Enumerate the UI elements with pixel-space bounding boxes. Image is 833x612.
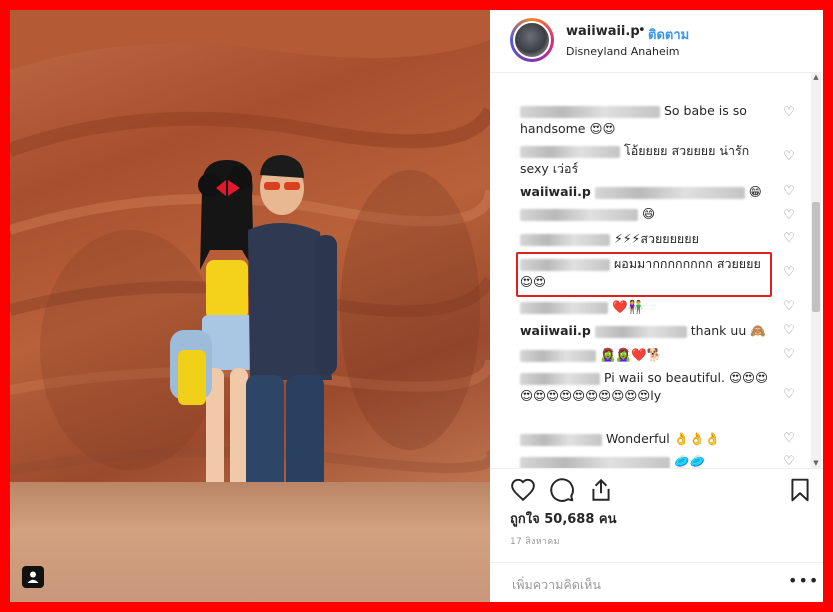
comment-input[interactable] — [510, 573, 774, 595]
post-photo[interactable] — [10, 10, 490, 602]
action-bar — [490, 468, 823, 509]
blurred-username — [520, 433, 602, 446]
heart-icon[interactable]: ♡ — [782, 150, 796, 164]
user-tag-icon[interactable] — [22, 566, 44, 588]
heart-icon[interactable]: ♡ — [782, 432, 796, 446]
scroll-down-arrow-icon[interactable]: ▼ — [811, 458, 821, 468]
avatar[interactable] — [510, 18, 554, 62]
blurred-username — [520, 145, 620, 158]
comment-text: ❤️👫 — [611, 299, 644, 314]
scroll-up-arrow-icon[interactable]: ▲ — [811, 72, 821, 82]
heart-icon[interactable]: ♡ — [782, 348, 796, 362]
list-item: 🧟‍♀️🧟‍♀️❤️🐕 — [520, 346, 770, 364]
post-date[interactable]: 17 สิงหาคม — [510, 534, 560, 548]
blurred-username — [520, 208, 638, 221]
blurred-username — [520, 105, 660, 118]
comment-text: thank uu 🙈 — [690, 323, 766, 338]
comment-text: 🧟‍♀️🧟‍♀️❤️🐕 — [599, 347, 663, 362]
comment-text: Wonderful 👌👌👌 — [605, 431, 721, 446]
location-link[interactable]: Disneyland Anaheim — [566, 45, 680, 58]
comment-text: ⚡⚡⚡สวยยยยยย — [613, 231, 699, 246]
more-options-icon[interactable]: ••• — [788, 571, 819, 590]
blurred-username — [520, 456, 670, 468]
blurred-username — [520, 372, 600, 385]
list-item: โอ้ยยยย สวยยยย น่ารัก sexy เว่อร์ — [520, 142, 770, 178]
list-item: ⚡⚡⚡สวยยยยยย — [520, 230, 770, 248]
list-item: Pi waii so beautiful. 😍😍😍😍😍😍😍😍😍😍😍😍😍ly — [520, 369, 770, 405]
highlight-box — [516, 252, 772, 297]
heart-icon[interactable] — [510, 477, 536, 503]
heart-icon[interactable]: ♡ — [782, 266, 796, 280]
scroll-thumb[interactable] — [812, 202, 820, 312]
share-icon[interactable] — [588, 477, 614, 503]
comments-scrollbar[interactable]: ▲ ▼ — [811, 72, 821, 468]
separator-dot: • — [638, 23, 646, 38]
heart-icon[interactable]: ♡ — [782, 232, 796, 246]
post-header: waiiwaii.p • ติดตาม Disneyland Anaheim — [490, 10, 823, 73]
heart-icon[interactable]: ♡ — [782, 388, 796, 402]
comment-list[interactable]: So babe is so handsome 😍😍 ♡ โอ้ยยยย สวยย… — [490, 72, 823, 468]
blurred-text — [594, 186, 745, 199]
username-link[interactable]: waiiwaii.p — [566, 24, 640, 39]
bookmark-icon[interactable] — [787, 477, 813, 503]
list-item: 🥏🥏 — [520, 453, 770, 468]
list-item: ❤️👫 — [520, 298, 770, 316]
heart-icon[interactable]: ♡ — [782, 455, 796, 469]
comment-icon[interactable] — [549, 477, 575, 503]
heart-icon[interactable]: ♡ — [782, 106, 796, 120]
instagram-post: waiiwaii.p • ติดตาม Disneyland Anaheim S… — [10, 10, 823, 602]
blurred-text — [594, 325, 687, 338]
heart-icon[interactable]: ♡ — [782, 209, 796, 223]
comment-username[interactable]: waiiwaii.p — [520, 323, 591, 338]
blurred-username — [520, 233, 610, 246]
list-item: waiiwaii.p 😁 — [520, 183, 770, 201]
add-comment-bar: ••• — [490, 562, 823, 602]
follow-button[interactable]: ติดตาม — [648, 24, 689, 45]
list-item: waiiwaii.p thank uu 🙈 — [520, 322, 770, 340]
heart-icon[interactable]: ♡ — [782, 185, 796, 199]
heart-icon[interactable]: ♡ — [782, 324, 796, 338]
list-item: Wonderful 👌👌👌 — [520, 430, 770, 448]
heart-icon[interactable]: ♡ — [782, 300, 796, 314]
comment-text: 😄 — [641, 206, 656, 221]
list-item: So babe is so handsome 😍😍 — [520, 102, 770, 138]
post-side-panel: waiiwaii.p • ติดตาม Disneyland Anaheim S… — [490, 10, 823, 602]
comment-text: 😁 — [748, 184, 762, 199]
comment-text: 🥏🥏 — [673, 454, 706, 468]
comment-username[interactable]: waiiwaii.p — [520, 184, 591, 199]
likes-count[interactable]: ถูกใจ 50,688 คน — [510, 508, 617, 529]
blurred-username — [520, 349, 596, 362]
ground — [10, 482, 490, 602]
list-item: 😄 — [520, 205, 770, 223]
blurred-username — [520, 301, 608, 314]
